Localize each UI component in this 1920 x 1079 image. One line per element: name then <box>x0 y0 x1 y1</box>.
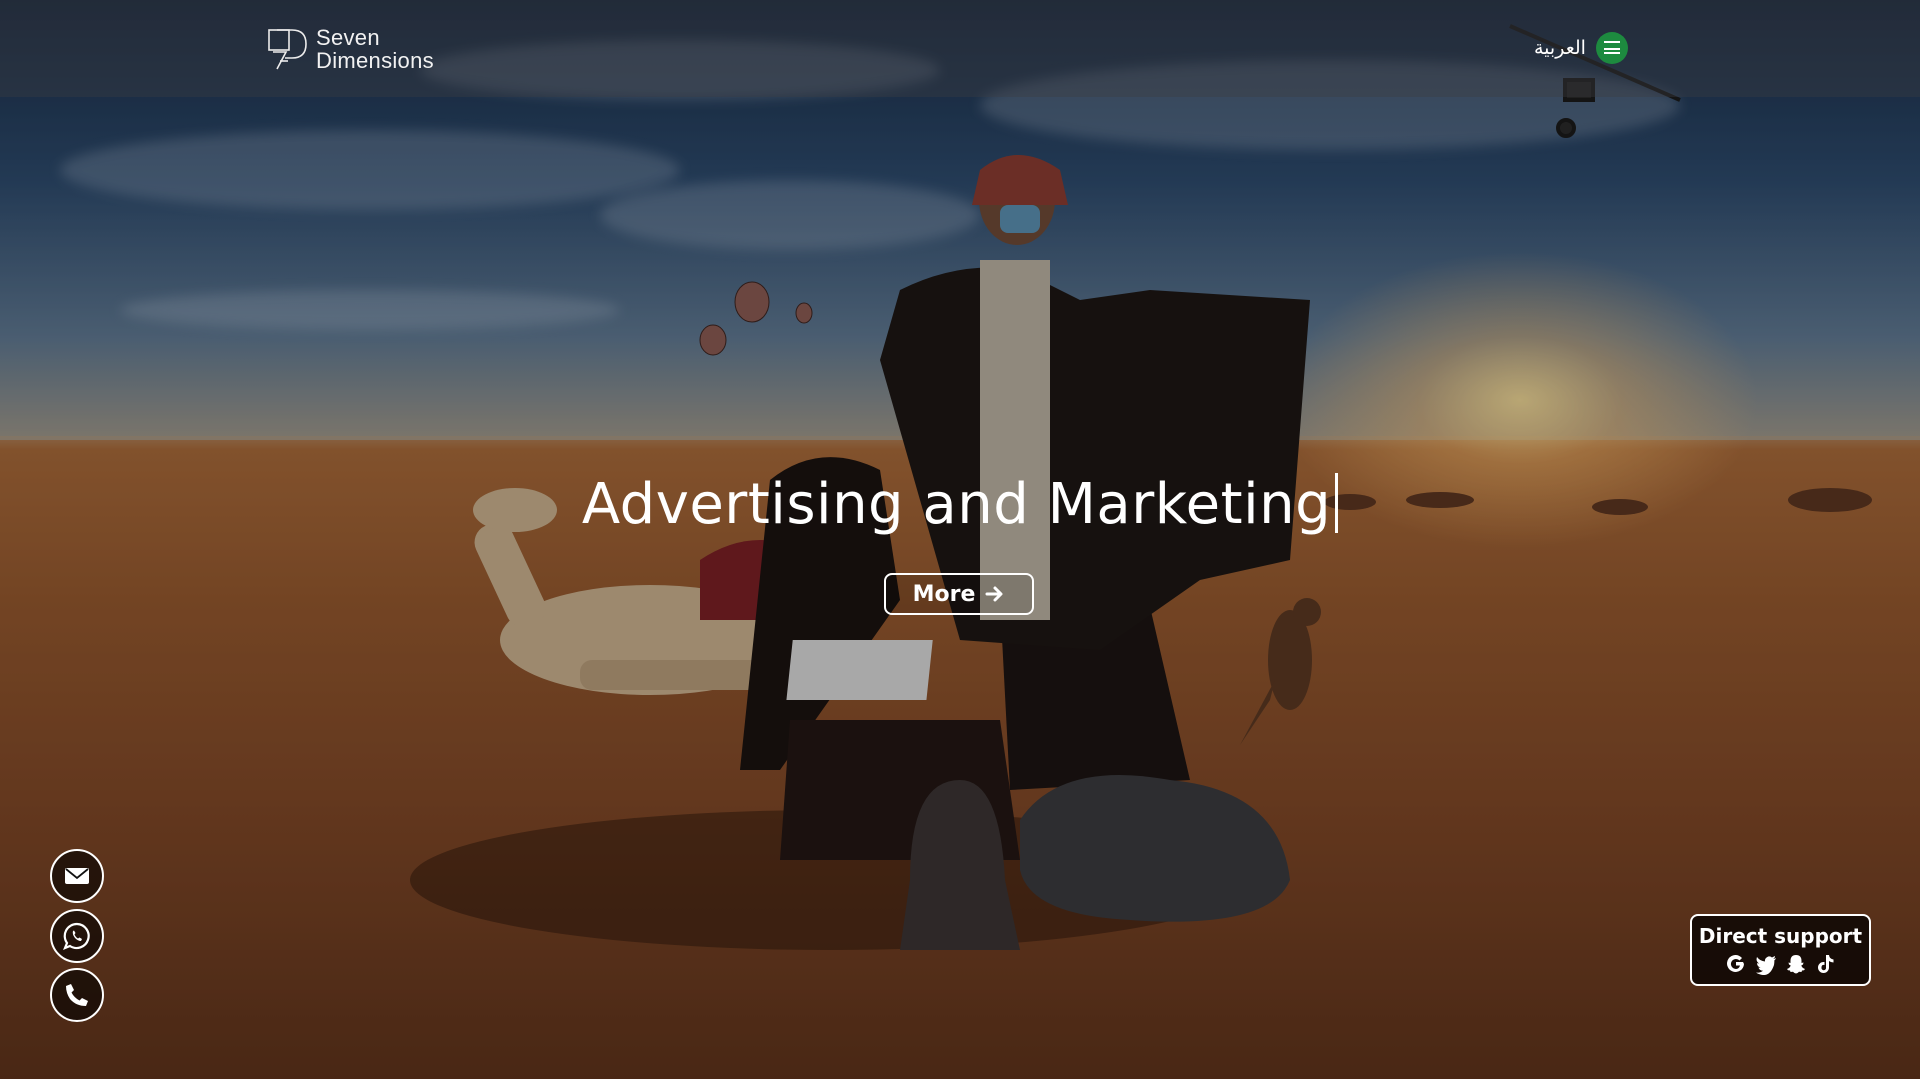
saudi-flag-icon <box>1595 32 1628 64</box>
more-button[interactable]: More <box>884 573 1034 615</box>
phone-icon <box>66 984 88 1006</box>
direct-support-box[interactable]: Direct support <box>1690 914 1871 986</box>
seven-dimensions-logo-icon <box>268 29 307 70</box>
top-navigation-bar: Seven Dimensions العربية <box>0 0 1920 97</box>
arrow-right-icon <box>985 586 1003 602</box>
hero-headline: Advertising and Marketing <box>0 472 1920 537</box>
language-label: العربية <box>1534 37 1586 59</box>
flag-sword-mark <box>1603 52 1620 54</box>
whatsapp-button[interactable] <box>50 909 104 963</box>
logo-text: Seven Dimensions <box>316 26 434 72</box>
direct-support-label: Direct support <box>1698 924 1863 948</box>
flag-script-mark <box>1603 41 1620 50</box>
phone-button[interactable] <box>50 968 104 1022</box>
envelope-icon <box>65 868 89 884</box>
whatsapp-icon <box>63 922 90 950</box>
logo-line-dimensions: Dimensions <box>316 48 434 73</box>
google-icon[interactable] <box>1724 952 1748 976</box>
twitter-icon[interactable] <box>1754 952 1778 976</box>
site-logo[interactable]: Seven Dimensions <box>268 26 434 72</box>
more-button-label: More <box>912 581 976 607</box>
logo-line-seven: Seven <box>316 25 380 50</box>
snapchat-icon[interactable] <box>1784 952 1808 976</box>
tiktok-icon[interactable] <box>1814 952 1838 976</box>
support-icons <box>1692 952 1869 976</box>
language-switcher[interactable]: العربية <box>1534 32 1628 64</box>
typing-cursor <box>1335 473 1339 533</box>
email-button[interactable] <box>50 849 104 903</box>
dark-overlay <box>0 0 1920 1079</box>
hero-background-photo <box>0 0 1920 1079</box>
hero-headline-text: Advertising and Marketing <box>581 472 1332 537</box>
